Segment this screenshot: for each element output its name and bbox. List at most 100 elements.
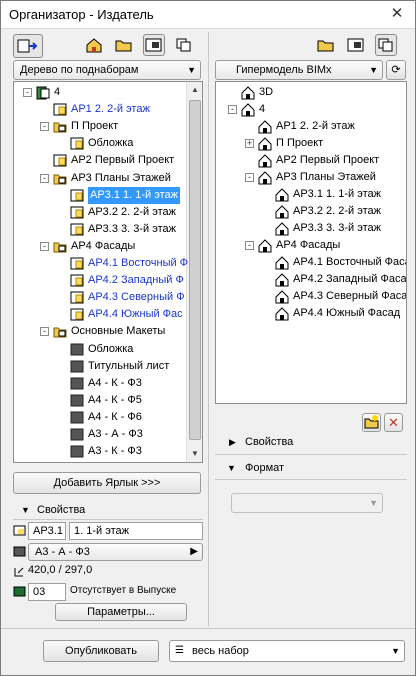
tree-row[interactable]: АР2 Первый Проект xyxy=(216,152,406,169)
tree-row[interactable]: А4 - К - Ф3 xyxy=(14,375,202,392)
master-layout-combo[interactable]: А3 - А - Ф3 ▶ xyxy=(28,543,203,561)
publisher-sets-button[interactable] xyxy=(173,34,195,56)
master-layout-icon xyxy=(13,546,26,557)
tree-row[interactable]: АР3.3 3. 3-й этаж xyxy=(216,220,406,237)
tree-row[interactable]: А4 - К - Ф5 xyxy=(14,392,202,409)
collapse-icon[interactable]: - xyxy=(23,88,32,97)
collapse-icon[interactable]: - xyxy=(245,173,254,182)
tree-row[interactable]: АР3.2 2. 2-й этаж xyxy=(14,204,202,221)
tree-row[interactable]: А4 - К - Ф6 xyxy=(14,409,202,426)
tree-row[interactable]: - АР3 Планы Этажей xyxy=(14,170,202,187)
divider xyxy=(13,519,203,520)
house-icon xyxy=(86,38,102,53)
tree-row[interactable]: АР4.1 Восточный Ф xyxy=(14,255,202,272)
right-tree[interactable]: 3D -4 АР1 2. 2-й этаж + П Проект АР2 Первый П… xyxy=(215,81,407,404)
parameters-button[interactable]: Параметры... xyxy=(55,603,187,621)
left-properties-section[interactable]: ▼ Свойства xyxy=(13,501,203,519)
right-layout-book-button[interactable] xyxy=(345,34,367,56)
tree-row[interactable]: - АР4 Фасады xyxy=(14,238,202,255)
format-section[interactable]: ▼ Формат xyxy=(215,459,407,477)
layout-page-icon xyxy=(70,257,84,270)
publish-scope-combo[interactable]: ☰ весь набор ▼ xyxy=(169,640,405,662)
tree-row[interactable]: АР4.4 Южный Фас xyxy=(14,306,202,323)
chevron-down-icon: ▼ xyxy=(369,65,378,75)
tree-row[interactable]: АР4.2 Западный Фасад xyxy=(216,271,406,288)
project-map-button[interactable] xyxy=(83,34,105,56)
tree-item-label: АР4.1 Восточный Фасад xyxy=(293,256,407,268)
tree-row[interactable]: АР3.3 3. 3-й этаж xyxy=(14,221,202,238)
expand-icon[interactable]: + xyxy=(245,139,254,148)
refresh-button[interactable]: ⟳ xyxy=(386,60,406,80)
format-label: Формат xyxy=(245,462,285,474)
tree-row[interactable]: АР4.4 Южный Фасад xyxy=(216,305,406,322)
tree-row[interactable]: -4 xyxy=(216,101,406,118)
tree-row[interactable]: А2 - А xyxy=(14,460,202,462)
bimx-house-icon xyxy=(275,222,289,236)
tree-row[interactable]: - П Проект xyxy=(14,118,202,135)
tree-row[interactable]: АР1 2. 2-й этаж xyxy=(216,118,406,135)
close-icon[interactable]: ✕ xyxy=(389,6,405,22)
tree-row[interactable]: АР4.2 Западный Ф xyxy=(14,272,202,289)
id-field[interactable]: АР3.1 xyxy=(28,522,66,540)
collapse-icon[interactable]: - xyxy=(40,122,49,132)
layout-book-button[interactable] xyxy=(143,34,165,56)
left-view-combo[interactable]: Дерево по поднаборам ▼ xyxy=(13,60,201,80)
name-field[interactable]: 1. 1-й этаж xyxy=(69,522,203,540)
publish-button[interactable]: Опубликовать xyxy=(43,640,159,662)
tree-row[interactable]: - АР4 Фасады xyxy=(216,237,406,254)
tree-row[interactable]: 3D xyxy=(216,84,406,101)
tree-row[interactable]: Обложка xyxy=(14,341,202,358)
view-map-button[interactable] xyxy=(113,34,135,56)
tree-item-label: АР4.1 Восточный Ф xyxy=(88,257,189,269)
status-number-field[interactable]: 03 xyxy=(28,583,66,601)
collapse-icon[interactable]: - xyxy=(40,241,49,251)
tree-row[interactable]: АР2 Первый Проект xyxy=(14,152,202,169)
status-text: Отсутствует в Выпуске xyxy=(70,585,177,596)
tree-row[interactable]: - АР3 Планы Этажей xyxy=(216,169,406,186)
tree-row[interactable]: АР4.3 Северный Фасад xyxy=(216,288,406,305)
tree-row[interactable]: Обложка xyxy=(14,135,202,152)
divider xyxy=(215,479,407,480)
right-view-map-button[interactable] xyxy=(315,34,337,56)
right-view-combo[interactable]: Гипермодель BIMx ▼ xyxy=(215,60,383,80)
format-combo[interactable]: ▼ xyxy=(231,493,383,513)
collapse-icon[interactable]: - xyxy=(40,327,49,337)
new-folder-button[interactable] xyxy=(362,413,381,432)
right-publisher-sets-button[interactable] xyxy=(375,34,397,56)
publish-set-menu-button[interactable] xyxy=(13,34,43,58)
tree-row[interactable]: -4 xyxy=(14,84,202,101)
set-icon xyxy=(36,86,50,100)
tree-row[interactable]: А3 - К - Ф3 xyxy=(14,443,202,460)
tree-row[interactable]: - Основные Макеты xyxy=(14,323,202,340)
tree-row[interactable]: АР1 2. 2-й этаж xyxy=(14,101,202,118)
tree-item-label: Обложка xyxy=(88,137,134,150)
tree-row[interactable]: + П Проект xyxy=(216,135,406,152)
master-layout-icon xyxy=(70,360,84,373)
collapse-icon[interactable]: - xyxy=(228,105,237,114)
window-title: Организатор - Издатель xyxy=(9,7,154,22)
tree-item-label: АР4 Фасады xyxy=(71,239,136,252)
tree-row[interactable]: А3 - А - Ф3 xyxy=(14,426,202,443)
bimx-house-icon xyxy=(275,205,289,219)
delete-button[interactable]: ✕ xyxy=(384,413,403,432)
tree-item-label: АР4.4 Южный Фасад xyxy=(293,307,401,319)
left-tree[interactable]: ▲ ▼ -4 АР1 2. 2-й этаж - П Проект Обложка АР2… xyxy=(13,81,203,463)
collapse-icon[interactable]: - xyxy=(40,173,49,183)
layout-page-icon xyxy=(53,103,67,116)
tree-row[interactable]: АР4.3 Северный Ф xyxy=(14,289,202,306)
layout-page-icon xyxy=(70,137,84,150)
tree-item-label: АР4.3 Северный Фасад xyxy=(293,290,407,302)
tree-row[interactable]: Титульный лист xyxy=(14,358,202,375)
collapse-icon[interactable]: - xyxy=(245,241,254,250)
bimx-house-icon xyxy=(275,307,289,321)
subset-folder-icon xyxy=(53,242,67,253)
tree-item-label: АР1 2. 2-й этаж xyxy=(71,103,150,116)
add-shortcut-button[interactable]: Добавить Ярлык >>> xyxy=(13,472,201,494)
tree-row[interactable]: АР3.1 1. 1-й этаж xyxy=(14,186,202,204)
tree-item-label: АР3.2 2. 2-й этаж xyxy=(88,205,176,218)
right-properties-section[interactable]: ▶ Свойства xyxy=(215,433,407,451)
tree-row[interactable]: АР3.1 1. 1-й этаж xyxy=(216,186,406,203)
tree-row[interactable]: АР4.1 Восточный Фасад xyxy=(216,254,406,271)
tree-row[interactable]: АР3.2 2. 2-й этаж xyxy=(216,203,406,220)
layout-page-icon xyxy=(70,291,84,304)
